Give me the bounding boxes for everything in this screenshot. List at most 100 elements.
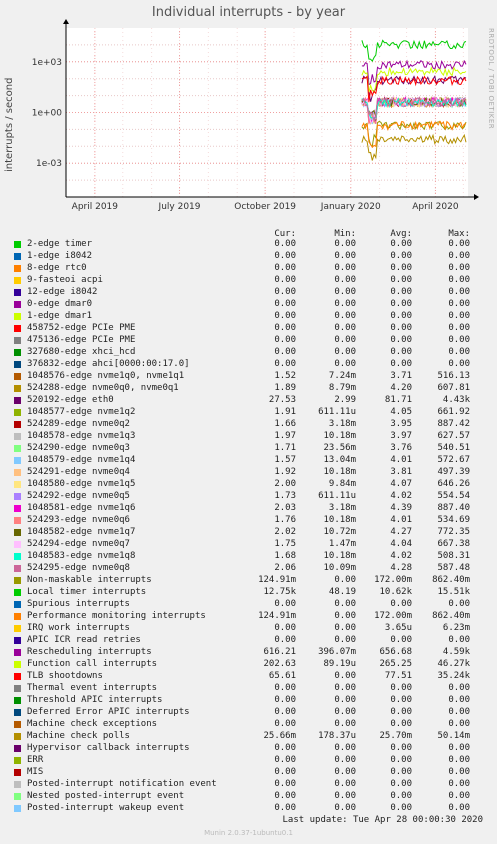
- legend-row: Machine check exceptions 0.00 0.00 0.00 0.00: [0, 719, 497, 731]
- legend-series-name: Nested posted-interrupt event: [27, 791, 185, 801]
- legend-swatch: [14, 721, 21, 728]
- x-axis-arrow: [474, 194, 479, 200]
- legend-series-name: Rescheduling interrupts: [27, 647, 152, 657]
- legend-swatch: [14, 361, 21, 368]
- legend-series-name: Non-maskable interrupts: [27, 575, 152, 585]
- legend-max-value: 0.00: [448, 683, 470, 693]
- legend-swatch: [14, 541, 21, 548]
- legend-row: APIC ICR read retries 0.00 0.00 0.00 0.00: [0, 635, 497, 647]
- legend-series-name: Hypervisor callback interrupts: [27, 743, 190, 753]
- legend-swatch: [14, 769, 21, 776]
- legend-row: Hypervisor callback interrupts 0.00 0.00 0.…: [0, 743, 497, 755]
- legend-series-name: 1048581-edge nvme1q6: [27, 503, 136, 513]
- legend-max-value: 35.24k: [437, 671, 470, 681]
- legend-max-value: 0.00: [448, 299, 470, 309]
- legend-max-value: 0.00: [448, 311, 470, 321]
- legend-swatch: [14, 661, 21, 668]
- munin-version: Munin 2.0.37-1ubuntu0.1: [204, 829, 293, 837]
- legend-row: TLB shootdowns 65.61 0.00 77.51 35.24k: [0, 671, 497, 683]
- legend-swatch: [14, 625, 21, 632]
- legend-max-value: 0.00: [448, 347, 470, 357]
- legend-max-value: 0.00: [448, 323, 470, 333]
- legend-series-name: ERR: [27, 755, 44, 765]
- legend-series-name: 458752-edge PCIe PME: [27, 323, 136, 333]
- legend-max-value: 0.00: [448, 743, 470, 753]
- legend-swatch: [14, 601, 21, 608]
- legend-row: 0-edge dmar0 0.00 0.00 0.00 0.00: [0, 299, 497, 311]
- legend-max-value: 4.59k: [442, 647, 470, 657]
- legend-row: Performance monitoring interrupts 124.91m…: [0, 611, 497, 623]
- legend-max-value: 0.00: [448, 359, 470, 369]
- legend-series-name: 524288-edge nvme0q0, nvme0q1: [27, 383, 179, 393]
- legend-series-name: 520192-edge eth0: [27, 395, 114, 405]
- legend-row: Deferred Error APIC interrupts 0.00 0.00 0.…: [0, 707, 497, 719]
- x-tick-label: January 2020: [320, 202, 381, 212]
- legend-swatch: [14, 673, 21, 680]
- legend-max-value: 0.00: [448, 779, 470, 789]
- legend-swatch: [14, 685, 21, 692]
- legend-swatch: [14, 397, 21, 404]
- legend-max-value: 6.23m: [442, 623, 470, 633]
- legend-swatch: [14, 421, 21, 428]
- legend-series-name: 1048582-edge nvme1q7: [27, 527, 136, 537]
- legend-swatch: [14, 553, 21, 560]
- legend-series-name: 2-edge timer: [27, 239, 93, 249]
- legend-series-name: Thermal event interrupts: [27, 683, 158, 693]
- chart-plot: 1e+03 1e+00 1e-03 April 2019 July 2019 Octobe…: [32, 19, 479, 212]
- legend-swatch: [14, 577, 21, 584]
- legend-series-name: 1048583-edge nvme1q8: [27, 551, 136, 561]
- legend-series-name: Posted-interrupt wakeup event: [27, 803, 185, 813]
- legend-series-name: IRQ work interrupts: [27, 623, 130, 633]
- legend-series-name: 475136-edge PCIe PME: [27, 335, 136, 345]
- legend-swatch: [14, 445, 21, 452]
- legend-row: ERR 0.00 0.00 0.00 0.00: [0, 755, 497, 767]
- legend-row: 520192-edge eth0 27.53 2.99 81.71 4.43k: [0, 395, 497, 407]
- legend-series-name: 376832-edge ahci[0000:00:17.0]: [27, 359, 190, 369]
- legend-max-value: 0.00: [448, 791, 470, 801]
- x-tick-label: April 2020: [412, 202, 459, 212]
- legend-row: MIS 0.00 0.00 0.00 0.00: [0, 767, 497, 779]
- legend-row: 524288-edge nvme0q0, nvme0q1 1.89 8.79m 4.2…: [0, 383, 497, 395]
- y-axis-arrow: [63, 19, 69, 24]
- legend-series-name: Performance monitoring interrupts: [27, 611, 206, 621]
- legend-row: 9-fasteoi acpi 0.00 0.00 0.00 0.00: [0, 275, 497, 287]
- legend-max-value: 15.51k: [437, 587, 470, 597]
- legend-swatch: [14, 565, 21, 572]
- legend-series-name: 9-fasteoi acpi: [27, 275, 103, 285]
- legend-series-name: Spurious interrupts: [27, 599, 130, 609]
- legend-swatch: [14, 385, 21, 392]
- legend-series-name: 524294-edge nvme0q7: [27, 539, 130, 549]
- legend-row: Posted-interrupt notification event 0.00 0…: [0, 779, 497, 791]
- legend-swatch: [14, 517, 21, 524]
- legend-max-value: 0.00: [448, 695, 470, 705]
- legend-series-name: 327680-edge xhci_hcd: [27, 347, 136, 357]
- legend-max-value: 0.00: [448, 719, 470, 729]
- legend-row: Rescheduling interrupts 616.21 396.07m 656.…: [0, 647, 497, 659]
- legend-max-value: 540.51: [437, 443, 470, 453]
- legend-row: 8-edge rtc0 0.00 0.00 0.00 0.00: [0, 263, 497, 275]
- legend-swatch: [14, 253, 21, 260]
- legend-swatch: [14, 265, 21, 272]
- legend-swatch: [14, 733, 21, 740]
- legend-row: Function call interrupts 202.63 89.19u 265.…: [0, 659, 497, 671]
- legend-max-value: 508.31: [437, 551, 470, 561]
- y-tick-label: 1e+00: [32, 109, 63, 119]
- legend-series-name: 1048577-edge nvme1q2: [27, 407, 136, 417]
- legend-series-name: MIS: [27, 767, 44, 777]
- legend-swatch: [14, 433, 21, 440]
- legend-max-value: 587.48: [437, 563, 470, 573]
- legend-series-name: 1-edge dmar1: [27, 311, 93, 321]
- legend-series-name: TLB shootdowns: [27, 671, 103, 681]
- legend-series-name: 1048579-edge nvme1q4: [27, 455, 136, 465]
- legend-series-name: Deferred Error APIC interrupts: [27, 707, 190, 717]
- legend-row: Machine check polls 25.66m 178.37u 25.70m 50…: [0, 731, 497, 743]
- x-tick-label: April 2019: [72, 202, 119, 212]
- legend-series-name: 0-edge dmar0: [27, 299, 93, 309]
- legend-max-value: 516.13: [437, 371, 470, 381]
- legend-series-name: APIC ICR read retries: [27, 635, 141, 645]
- legend-row: 524293-edge nvme0q6 1.76 10.18m 4.01 534.69: [0, 515, 497, 527]
- legend-series-name: Machine check polls: [27, 731, 130, 741]
- legend-swatch: [14, 793, 21, 800]
- last-update: Last update: Tue Apr 28 00:00:30 2020: [282, 815, 483, 825]
- legend-max-value: 862.40m: [432, 575, 470, 585]
